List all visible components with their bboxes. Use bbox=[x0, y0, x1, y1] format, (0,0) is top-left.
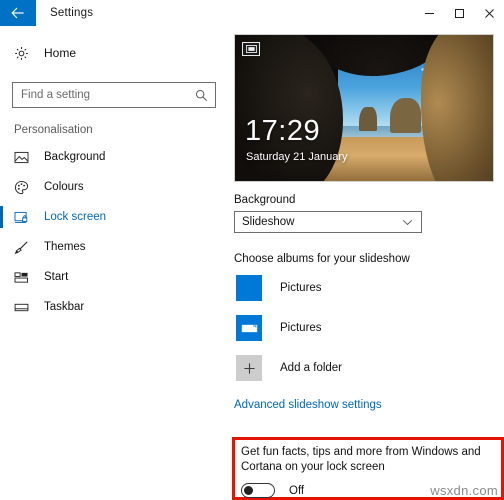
sidebar-label-lock-screen: Lock screen bbox=[44, 211, 107, 223]
chevron-down-icon bbox=[402, 219, 421, 226]
sidebar-label-background: Background bbox=[44, 151, 106, 163]
back-button[interactable] bbox=[0, 0, 36, 26]
album-name: Pictures bbox=[280, 322, 322, 334]
add-folder-row[interactable]: Add a folder bbox=[236, 355, 504, 381]
search-box[interactable] bbox=[12, 82, 216, 108]
window-title: Settings bbox=[50, 7, 94, 19]
sidebar-item-background[interactable]: Background bbox=[0, 142, 230, 172]
sidebar-group-header: Personalisation bbox=[14, 124, 93, 136]
gear-icon bbox=[14, 46, 40, 61]
album-item[interactable]: Pictures bbox=[236, 275, 504, 301]
title-bar: Settings bbox=[0, 0, 504, 26]
sidebar-label-colours: Colours bbox=[44, 181, 84, 193]
background-section-label: Background bbox=[234, 194, 296, 206]
caption-buttons bbox=[414, 0, 504, 26]
album-name: Pictures bbox=[280, 282, 322, 294]
slideshow-badge-icon bbox=[242, 42, 260, 56]
close-button[interactable] bbox=[474, 0, 504, 26]
selection-indicator bbox=[0, 206, 3, 228]
search-icon bbox=[195, 89, 215, 102]
background-type-dropdown[interactable]: Slideshow bbox=[234, 211, 422, 233]
sidebar: Home Personalisation Background bbox=[0, 26, 230, 500]
taskbar-icon bbox=[14, 302, 40, 313]
sidebar-label-themes: Themes bbox=[44, 241, 86, 253]
sidebar-item-lock-screen[interactable]: Lock screen bbox=[0, 202, 230, 232]
album-item[interactable]: Pictures bbox=[236, 315, 504, 341]
back-arrow-icon bbox=[11, 7, 24, 19]
sidebar-item-colours[interactable]: Colours bbox=[0, 172, 230, 202]
fun-facts-description: Get fun facts, tips and more from Window… bbox=[241, 446, 481, 473]
picture-icon bbox=[14, 151, 40, 164]
minimize-icon bbox=[424, 12, 434, 14]
background-type-value: Slideshow bbox=[242, 216, 295, 228]
start-tiles-icon bbox=[14, 271, 40, 284]
maximize-icon bbox=[454, 8, 464, 18]
albums-section-label: Choose albums for your slideshow bbox=[234, 253, 410, 265]
lock-screen-preview: 17:29 Saturday 21 January bbox=[234, 34, 494, 182]
close-icon bbox=[484, 8, 494, 18]
advanced-slideshow-settings-link[interactable]: Advanced slideshow settings bbox=[234, 399, 504, 411]
sidebar-home-label: Home bbox=[44, 46, 77, 60]
brush-icon bbox=[14, 240, 40, 255]
lock-screen-icon bbox=[14, 211, 40, 224]
search-input[interactable] bbox=[13, 89, 195, 101]
minimize-button[interactable] bbox=[414, 0, 444, 26]
settings-window: Settings Home Find a setting Personalisa… bbox=[0, 0, 504, 500]
sidebar-item-home[interactable]: Home bbox=[0, 38, 230, 68]
sidebar-label-start: Start bbox=[44, 271, 69, 283]
sidebar-label-taskbar: Taskbar bbox=[44, 301, 85, 313]
main-content: 17:29 Saturday 21 January Background Sli… bbox=[230, 26, 504, 500]
watermark: wsxdn.com bbox=[430, 483, 498, 498]
sidebar-item-taskbar[interactable]: Taskbar bbox=[0, 292, 230, 322]
fun-facts-toggle-state: Off bbox=[289, 484, 305, 497]
toggle-knob bbox=[244, 486, 253, 495]
preview-rock-stack bbox=[358, 106, 377, 132]
fun-facts-toggle[interactable] bbox=[241, 483, 275, 498]
sidebar-item-start[interactable]: Start bbox=[0, 262, 230, 292]
preview-date: Saturday 21 January bbox=[246, 151, 348, 163]
sidebar-item-themes[interactable]: Themes bbox=[0, 232, 230, 262]
plus-icon bbox=[236, 355, 262, 381]
preview-clock: 17:29 bbox=[245, 115, 321, 147]
palette-icon bbox=[14, 180, 40, 195]
blue-folder-plain-icon bbox=[236, 275, 262, 301]
add-folder-label: Add a folder bbox=[280, 362, 343, 374]
maximize-button[interactable] bbox=[444, 0, 474, 26]
preview-rock-stack bbox=[389, 97, 421, 133]
blue-folder-white-icon bbox=[236, 315, 262, 341]
preview-rock-right bbox=[420, 35, 493, 181]
